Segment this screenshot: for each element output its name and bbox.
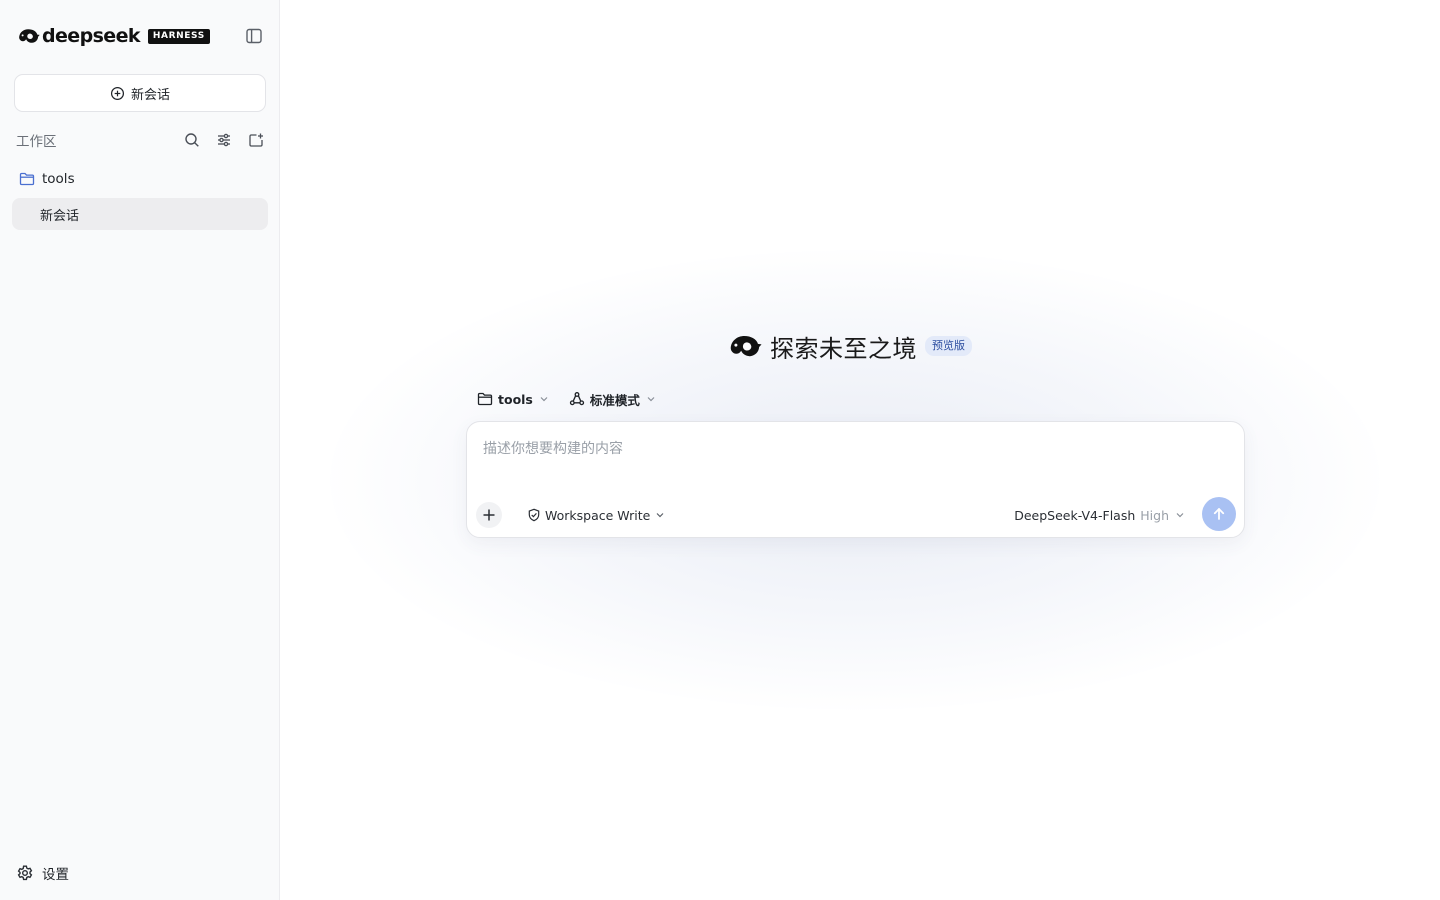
new-chat-button[interactable]: 新会话 [14,74,266,112]
session-item-active[interactable]: 新会话 [12,198,268,230]
folder-icon [477,392,493,406]
search-workspace-button[interactable] [182,129,202,151]
folder-icon [19,172,35,186]
hero-title: 探索未至之境 [770,334,917,363]
model-select[interactable]: DeepSeek-V4-Flash High [1014,505,1186,525]
plus-circle-icon [110,86,125,100]
workspace-label: 工作区 [16,134,57,150]
filter-workspace-button[interactable] [214,129,234,151]
context-selectors: tools 标准模式 [477,388,656,410]
mode-select[interactable]: 标准模式 [569,390,656,409]
folder-select[interactable]: tools [477,392,549,407]
filter-icon [218,133,230,147]
workspace-header: 工作区 [16,129,266,151]
model-name: DeepSeek-V4-Flash [1014,507,1136,523]
arrow-up-icon [1213,508,1225,520]
mode-select-value: 标准模式 [589,392,640,408]
settings-button[interactable]: 设置 [16,862,69,884]
model-level: High [1140,507,1169,523]
settings-label: 设置 [42,867,69,883]
attach-button[interactable] [476,502,502,528]
send-button[interactable] [1202,497,1236,531]
preview-badge: 预览版 [925,336,972,356]
permission-value: Workspace Write [545,507,651,523]
whale-logo-icon [730,335,762,357]
sidebar: deepseek HARNESS 新会话 工作区 tools 新会话 设置 [0,0,280,900]
gear-icon [17,865,33,881]
new-folder-icon [249,133,263,147]
app-window: deepseek HARNESS 新会话 工作区 tools 新会话 设置 探索… [0,0,1440,900]
main-area: 探索未至之境 预览版 tools 标准模式 描述你想要构建的内容 Workspa… [280,0,1440,900]
mode-icon [569,392,585,406]
folder-select-value: tools [498,391,533,407]
brand: deepseek HARNESS [16,24,210,48]
permission-select[interactable]: Workspace Write [527,505,666,525]
whale-logo-icon [19,29,40,43]
prompt-composer: Workspace Write DeepSeek-V4-Flash High [466,421,1245,538]
search-icon [185,133,199,147]
plus-icon [483,509,495,521]
brand-name: deepseek [42,25,141,47]
new-folder-button[interactable] [246,129,266,151]
sidebar-toggle-icon [246,28,262,44]
brand-badge: HARNESS [147,28,210,44]
chevron-down-icon [647,397,655,402]
chevron-down-icon [656,513,664,518]
folder-name: tools [42,171,75,187]
chevron-down-icon [540,397,548,402]
new-chat-label: 新会话 [130,87,170,103]
chevron-down-icon [1176,513,1184,518]
session-label: 新会话 [40,208,80,224]
workspace-folder-tools[interactable]: tools [12,167,268,191]
hero: 探索未至之境 预览版 [726,328,972,364]
collapse-sidebar-button[interactable] [243,25,265,47]
shield-check-icon [528,508,540,522]
workspace-toolbar [182,129,266,151]
prompt-input[interactable] [483,436,1223,462]
